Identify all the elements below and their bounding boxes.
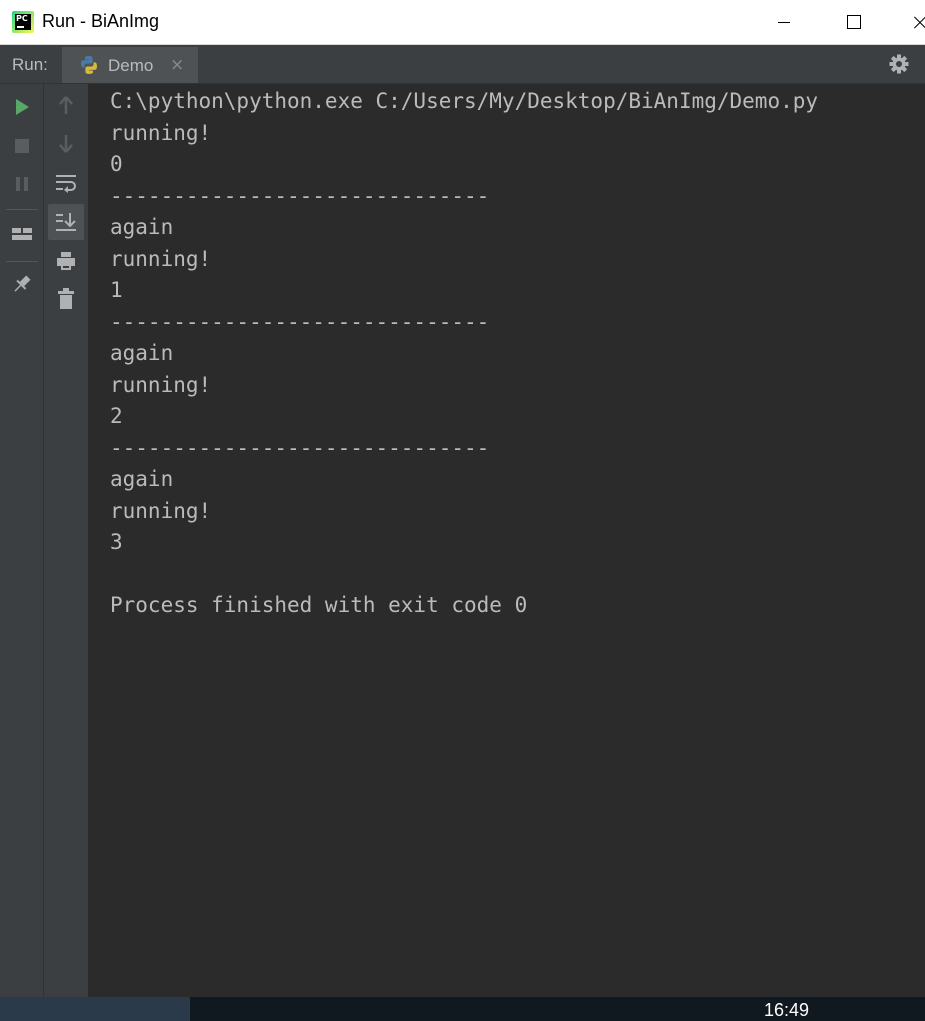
console-line: 0 <box>110 152 123 176</box>
taskbar-clock[interactable]: 16:49 <box>764 1000 809 1021</box>
run-label: Run: <box>12 55 48 74</box>
console-line: 3 <box>110 530 123 554</box>
console-line: 2 <box>110 404 123 428</box>
scroll-to-end-button[interactable] <box>48 204 84 240</box>
scroll-to-end-icon <box>56 213 76 231</box>
console-line: ------------------------------ <box>110 183 490 208</box>
print-icon <box>57 252 75 270</box>
minimize-button[interactable] <box>760 0 806 45</box>
console-line: running! <box>110 120 212 145</box>
console-line: running! <box>110 246 212 271</box>
console-line: 1 <box>110 278 123 302</box>
run-actions-gutter <box>0 84 44 997</box>
console-line: ------------------------------ <box>110 435 490 460</box>
run-icon <box>16 99 29 115</box>
close-window-button[interactable] <box>900 0 925 45</box>
console-line: Process finished with exit code 0 <box>110 593 528 617</box>
window-title: Run - BiAnImg <box>42 11 160 31</box>
soft-wrap-button[interactable] <box>51 168 81 198</box>
pause-button[interactable] <box>7 169 37 199</box>
pin-icon <box>14 275 31 292</box>
pin-tab-button[interactable] <box>7 269 37 299</box>
console-line: again <box>110 215 174 239</box>
layout-icon <box>12 228 32 240</box>
trash-icon <box>58 288 74 309</box>
tab-close-icon[interactable]: × <box>170 55 184 75</box>
console-line: running! <box>110 372 212 397</box>
taskbar: 16:49 <box>0 997 925 1021</box>
rerun-button[interactable] <box>7 92 37 122</box>
console-line: C:\python\python.exe C:/Users/My/Desktop… <box>110 89 819 113</box>
taskbar-app-button[interactable] <box>0 997 190 1021</box>
run-toolbar: Run: Demo × <box>0 45 925 84</box>
stop-icon <box>15 139 29 153</box>
maximize-button[interactable] <box>831 0 877 45</box>
console-line: again <box>110 467 174 491</box>
up-arrow-icon <box>59 96 73 114</box>
pause-icon <box>16 177 28 191</box>
console-output[interactable]: C:\python\python.exe C:/Users/My/Desktop… <box>110 86 920 622</box>
scroll-down-button[interactable] <box>51 129 81 159</box>
pycharm-app-icon: PC <box>12 11 34 33</box>
gutter-divider <box>6 261 38 262</box>
clear-console-button[interactable] <box>51 284 81 314</box>
soft-wrap-icon <box>56 175 76 193</box>
console-line: ------------------------------ <box>110 309 490 334</box>
print-button[interactable] <box>51 246 81 276</box>
gutter-divider <box>6 209 38 210</box>
console-line: running! <box>110 498 212 523</box>
layout-button[interactable] <box>7 219 37 249</box>
down-arrow-icon <box>59 135 73 153</box>
python-icon <box>81 56 97 74</box>
title-bar: PC Run - BiAnImg <box>0 0 925 45</box>
tab-demo-label: Demo <box>108 56 154 75</box>
stop-button[interactable] <box>7 131 37 161</box>
gear-icon[interactable] <box>888 53 910 75</box>
tab-demo[interactable]: Demo × <box>62 47 198 83</box>
console-line: again <box>110 341 174 365</box>
console-actions-gutter <box>44 84 89 997</box>
scroll-up-button[interactable] <box>51 90 81 120</box>
